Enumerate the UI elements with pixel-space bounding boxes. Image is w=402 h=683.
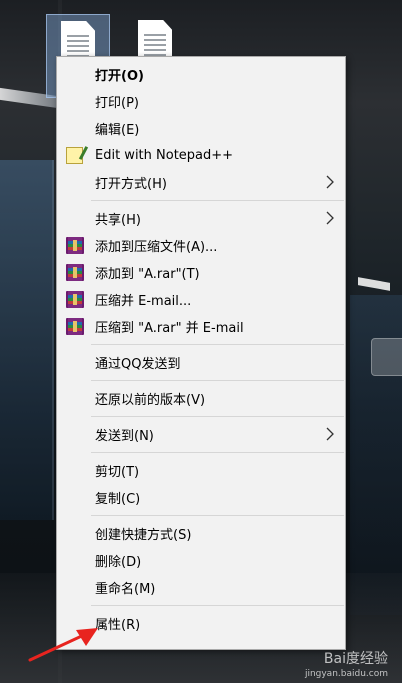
menu-item[interactable]: 剪切(T) bbox=[57, 457, 345, 484]
menu-item[interactable]: 重命名(M) bbox=[57, 574, 345, 601]
menu-item[interactable]: 添加到 "A.rar"(T) bbox=[57, 259, 345, 286]
menu-item[interactable]: 复制(C) bbox=[57, 484, 345, 511]
menu-item[interactable]: 共享(H) bbox=[57, 205, 345, 232]
menu-item[interactable]: 删除(D) bbox=[57, 547, 345, 574]
menu-separator bbox=[91, 515, 344, 516]
notepadplusplus-icon bbox=[66, 147, 84, 164]
menu-item-label: 重命名(M) bbox=[95, 582, 156, 597]
context-menu: 打开(O) 打印(P) 编辑(E) Edit with Notepad++ 打开方式(H… bbox=[56, 56, 346, 650]
menu-item[interactable]: 通过QQ发送到 bbox=[57, 349, 345, 376]
chevron-right-icon bbox=[326, 211, 334, 225]
menu-separator bbox=[91, 605, 344, 606]
menu-separator bbox=[91, 344, 344, 345]
menu-item-label: 复制(C) bbox=[95, 492, 141, 507]
menu-item-label: 打开方式(H) bbox=[95, 177, 167, 192]
menu-item-label: 编辑(E) bbox=[95, 123, 140, 138]
menu-item-label: 压缩到 "A.rar" 并 E-mail bbox=[95, 321, 244, 336]
menu-item-label: 剪切(T) bbox=[95, 465, 140, 480]
menu-item[interactable]: 打开方式(H) bbox=[57, 169, 345, 196]
edge-handle[interactable] bbox=[371, 338, 402, 376]
menu-item-label: Edit with Notepad++ bbox=[95, 148, 234, 163]
menu-item-label: 共享(H) bbox=[95, 213, 141, 228]
menu-item[interactable]: 编辑(E) bbox=[57, 115, 345, 142]
menu-item[interactable]: 创建快捷方式(S) bbox=[57, 520, 345, 547]
watermark: Bai度经验 jingyan.baidu.com bbox=[305, 648, 388, 679]
winrar-icon bbox=[66, 291, 84, 308]
menu-item[interactable]: 压缩到 "A.rar" 并 E-mail bbox=[57, 313, 345, 340]
menu-item-label: 删除(D) bbox=[95, 555, 142, 570]
menu-item[interactable]: 发送到(N) bbox=[57, 421, 345, 448]
menu-separator bbox=[91, 452, 344, 453]
background-window bbox=[0, 160, 54, 520]
menu-item-label: 发送到(N) bbox=[95, 429, 154, 444]
menu-item[interactable]: Edit with Notepad++ bbox=[57, 142, 345, 169]
menu-item-label: 打印(P) bbox=[95, 96, 139, 111]
menu-item[interactable]: 还原以前的版本(V) bbox=[57, 385, 345, 412]
watermark-url: jingyan.baidu.com bbox=[304, 669, 388, 679]
red-arrow-annotation bbox=[28, 628, 98, 662]
menu-separator bbox=[91, 380, 344, 381]
menu-item[interactable]: 打开(O) bbox=[57, 61, 345, 88]
menu-item-label: 添加到 "A.rar"(T) bbox=[95, 267, 200, 282]
watermark-brand: Bai度经验 bbox=[323, 651, 388, 667]
chevron-right-icon bbox=[326, 427, 334, 441]
menu-item-label: 创建快捷方式(S) bbox=[95, 528, 192, 543]
chevron-right-icon bbox=[326, 175, 334, 189]
menu-item-label: 通过QQ发送到 bbox=[95, 357, 181, 372]
menu-item-label: 还原以前的版本(V) bbox=[95, 393, 206, 408]
menu-item[interactable]: 压缩并 E-mail... bbox=[57, 286, 345, 313]
menu-item-label: 添加到压缩文件(A)... bbox=[95, 240, 218, 255]
menu-item-label: 打开(O) bbox=[95, 69, 144, 84]
ceiling-light bbox=[358, 277, 390, 291]
menu-item[interactable]: 添加到压缩文件(A)... bbox=[57, 232, 345, 259]
winrar-icon bbox=[66, 237, 84, 254]
menu-item[interactable]: 打印(P) bbox=[57, 88, 345, 115]
winrar-icon bbox=[66, 264, 84, 281]
menu-item-label: 压缩并 E-mail... bbox=[95, 294, 192, 309]
winrar-icon bbox=[66, 318, 84, 335]
menu-separator bbox=[91, 200, 344, 201]
menu-separator bbox=[91, 416, 344, 417]
